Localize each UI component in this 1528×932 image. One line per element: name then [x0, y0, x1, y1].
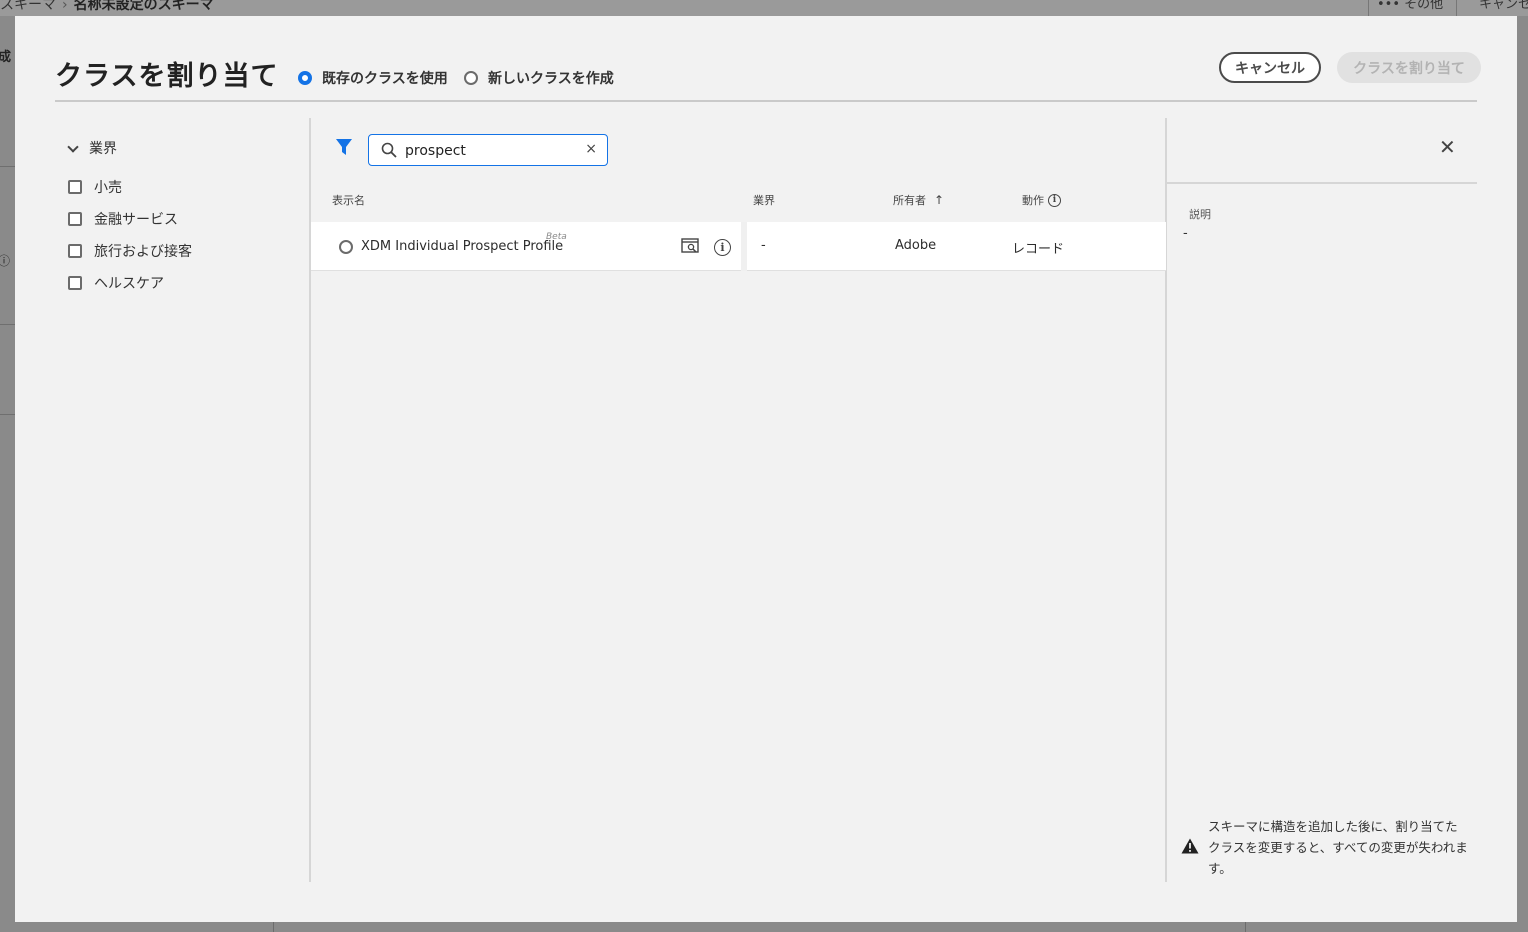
search-input[interactable]	[405, 140, 577, 162]
background-more-button[interactable]: ••• その他	[1368, 0, 1454, 16]
preview-icon[interactable]	[681, 238, 699, 254]
column-header-label: 所有者	[893, 194, 926, 207]
info-icon[interactable]: i	[714, 239, 731, 256]
background-right-edge	[1517, 16, 1528, 922]
header-divider	[55, 100, 1477, 102]
background-header: スキーマ › 名称未設定のスキーマ ••• その他 キャンセル	[0, 0, 1528, 16]
breadcrumb-parent[interactable]: スキーマ	[0, 0, 56, 13]
column-header-label: 業界	[753, 194, 775, 207]
radio-selected[interactable]	[298, 71, 312, 85]
column-header-behavior[interactable]: 動作 i	[1022, 192, 1061, 208]
filter-option-retail[interactable]: 小売	[68, 177, 122, 197]
description-value: -	[1183, 226, 1188, 241]
background-left-panel: 成 ⓘ	[0, 16, 15, 922]
owner-cell: Adobe	[895, 238, 937, 253]
clear-icon[interactable]: ×	[585, 141, 597, 157]
search-field[interactable]: ×	[368, 134, 608, 166]
dialog-title: クラスを割り当て	[55, 61, 279, 92]
filter-option-healthcare[interactable]: ヘルスケア	[68, 273, 164, 293]
background-cancel-label: キャンセル	[1479, 0, 1528, 12]
checkbox[interactable]	[68, 180, 82, 194]
row-radio[interactable]	[339, 240, 353, 254]
more-label: その他	[1404, 0, 1444, 12]
background-divider	[0, 414, 15, 415]
sort-ascending-icon[interactable]: ↑	[934, 193, 944, 207]
filter-icon[interactable]	[335, 138, 353, 156]
column-header-label: 動作	[1022, 194, 1044, 207]
use-existing-class-option[interactable]: 既存のクラスを使用	[298, 68, 448, 88]
filter-option-travel-hospitality[interactable]: 旅行および接客	[68, 241, 192, 261]
background-breadcrumb: スキーマ › 名称未設定のスキーマ	[0, 0, 214, 14]
industry-filter-toggle[interactable]: 業界	[65, 138, 117, 158]
column-header-owner[interactable]: 所有者 ↑	[893, 192, 944, 208]
industry-cell: -	[761, 238, 766, 253]
info-icon[interactable]: i	[1048, 193, 1061, 207]
filter-option-label: 金融サービス	[94, 212, 178, 228]
checkbox[interactable]	[68, 276, 82, 290]
use-existing-class-label: 既存のクラスを使用	[322, 71, 448, 87]
details-divider	[1167, 182, 1477, 184]
description-label: 説明	[1189, 208, 1211, 221]
class-name: XDM Individual Prospect Profile	[361, 239, 564, 254]
column-separator	[741, 222, 747, 271]
column-header-industry[interactable]: 業界	[753, 192, 775, 208]
breadcrumb-current: 名称未設定のスキーマ	[73, 0, 214, 13]
assign-class-button[interactable]: クラスを割り当て	[1337, 52, 1481, 83]
column-header-label: 表示名	[332, 194, 365, 207]
background-bottom	[0, 922, 1528, 932]
search-icon	[381, 142, 397, 158]
background-divider	[273, 922, 274, 932]
warning-icon	[1181, 838, 1199, 854]
industry-filter-heading: 業界	[89, 141, 117, 157]
checkbox[interactable]	[68, 244, 82, 258]
background-fragment: 成	[0, 50, 12, 65]
background-divider	[0, 166, 15, 167]
create-new-class-label: 新しいクラスを作成	[488, 71, 614, 87]
chevron-down-icon	[67, 140, 79, 153]
radio-unselected[interactable]	[464, 71, 478, 85]
warning-message: スキーマに構造を追加した後に、割り当てたクラスを変更すると、すべての変更が失われ…	[1181, 816, 1471, 879]
chevron-right-icon: ›	[62, 0, 68, 13]
beta-badge: Beta	[546, 232, 567, 242]
background-cancel-button[interactable]: キャンセル	[1456, 0, 1528, 16]
filter-option-label: 旅行および接客	[94, 244, 192, 260]
filter-option-label: 小売	[94, 180, 122, 196]
table-row[interactable]: XDM Individual Prospect Profile Beta i -…	[311, 222, 1166, 271]
background-divider	[1245, 922, 1246, 932]
filter-option-label: ヘルスケア	[94, 276, 164, 292]
close-icon[interactable]: ✕	[1439, 137, 1456, 157]
filter-option-financial-services[interactable]: 金融サービス	[68, 209, 178, 229]
cancel-button[interactable]: キャンセル	[1219, 52, 1321, 83]
behavior-cell: レコード	[1012, 242, 1065, 257]
warning-text: スキーマに構造を追加した後に、割り当てたクラスを変更すると、すべての変更が失われ…	[1208, 819, 1468, 876]
column-header-display-name[interactable]: 表示名	[332, 192, 365, 208]
checkbox[interactable]	[68, 212, 82, 226]
more-icon: •••	[1377, 0, 1401, 12]
assign-class-dialog: クラスを割り当て 既存のクラスを使用 新しいクラスを作成 キャンセル クラスを割…	[15, 16, 1517, 922]
background-divider	[0, 324, 15, 325]
background-fragment: ⓘ	[0, 254, 11, 268]
create-new-class-option[interactable]: 新しいクラスを作成	[464, 68, 614, 88]
